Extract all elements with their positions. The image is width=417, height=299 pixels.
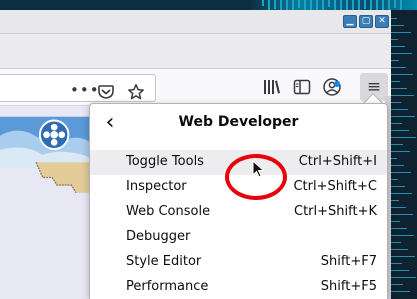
desktop-signal-bar: [328, 0, 330, 7]
account-icon[interactable]: [322, 77, 342, 97]
desktop-signal-bar: [298, 0, 300, 8]
minimize-button[interactable]: ▁: [343, 15, 357, 28]
menu-item-shortcut: Ctrl+Shift+I: [298, 154, 377, 169]
menu-item-label: Toggle Tools: [126, 154, 204, 169]
terminal-line: [391, 158, 397, 159]
web-developer-menu-panel: ‹ Web Developer Toggle Tools Ctrl+Shift+…: [89, 103, 388, 299]
terminal-line: [391, 186, 405, 187]
terminal-line: [391, 193, 412, 194]
account-icon-svg: [323, 78, 341, 96]
library-icon[interactable]: [262, 77, 282, 97]
mouse-cursor-icon: [252, 160, 265, 178]
menu-panel-title: Web Developer: [178, 114, 299, 130]
menu-item-label: Style Editor: [126, 254, 202, 269]
url-bar[interactable]: •••: [0, 74, 156, 102]
terminal-line: [391, 32, 411, 33]
terminal-line: [391, 67, 406, 68]
terminal-line: [391, 25, 404, 26]
navigation-toolbar: ••• ≡: [0, 69, 391, 106]
terminal-line: [391, 200, 399, 201]
terminal-line: [391, 123, 402, 124]
menu-item-label: Web Console: [126, 204, 211, 219]
close-button[interactable]: ✕: [375, 15, 389, 28]
sidebar-icon-svg: [293, 79, 311, 95]
terminal-line: [391, 60, 399, 61]
terminal-line: [391, 95, 414, 96]
terminal-line: [391, 88, 407, 89]
terminal-line: [391, 270, 409, 271]
terminal-line: [391, 179, 398, 180]
desktop-signal-bar: [274, 0, 276, 9]
terminal-line: [391, 81, 400, 82]
terminal-line: [391, 207, 406, 208]
terminal-line: [391, 263, 402, 264]
terminal-line: [391, 277, 416, 278]
library-icon-svg: [264, 80, 280, 94]
menu-item-web-console[interactable]: Web Console Ctrl+Shift+K: [90, 200, 387, 225]
terminal-line: [391, 249, 408, 250]
terminal-line: [391, 214, 413, 215]
terminal-line: [391, 18, 397, 19]
terminal-line: [391, 165, 404, 166]
terminal-line: [391, 109, 408, 110]
menu-item-shortcut: Shift+F5: [320, 279, 377, 294]
page-banner-graphic: [0, 116, 95, 296]
terminal-line: [391, 53, 412, 54]
pocket-icon-svg: [98, 85, 114, 99]
desktop-signal-bar: [346, 0, 348, 10]
terminal-line: [391, 291, 410, 292]
tab-strip[interactable]: [0, 34, 391, 69]
terminal-line: [391, 130, 409, 131]
terminal-line: [391, 242, 401, 243]
menu-item-label: Inspector: [126, 179, 187, 194]
menu-item-performance[interactable]: Performance Shift+F5: [90, 275, 387, 299]
terminal-line: [391, 235, 414, 236]
page-actions-icon[interactable]: •••: [70, 80, 99, 100]
title-bar[interactable]: ▁ ▢ ✕: [0, 10, 391, 34]
terminal-line: [391, 151, 410, 152]
menu-item-label: Debugger: [126, 229, 191, 244]
terminal-line: [391, 221, 400, 222]
terminal-line: [391, 256, 415, 257]
terminal-line: [391, 144, 403, 145]
terminal-line: [391, 172, 411, 173]
bookmark-star-icon[interactable]: [126, 83, 146, 103]
sidebar-icon[interactable]: [292, 77, 312, 97]
desktop-signal-bar: [364, 0, 366, 9]
desktop-signal-bar: [394, 0, 396, 8]
menu-item-shortcut: Ctrl+Shift+C: [293, 179, 377, 194]
menu-item-style-editor[interactable]: Style Editor Shift+F7: [90, 250, 387, 275]
account-badge-dot: [334, 81, 340, 87]
terminal-line: [391, 284, 403, 285]
desktop-signal-bar: [262, 0, 264, 6]
terminal-line: [391, 46, 405, 47]
terminal-line: [391, 102, 401, 103]
menu-item-debugger[interactable]: Debugger: [90, 225, 387, 250]
maximize-button[interactable]: ▢: [359, 15, 373, 28]
pocket-icon[interactable]: [96, 83, 116, 103]
terminal-line: [391, 39, 398, 40]
terminal-line: [391, 228, 407, 229]
terminal-line: [391, 116, 415, 117]
background-terminal-window: [391, 10, 417, 299]
terminal-line: [391, 137, 416, 138]
menu-panel-header: ‹ Web Developer: [90, 104, 387, 143]
terminal-line: [391, 74, 413, 75]
star-icon-svg: [128, 84, 144, 100]
menu-item-shortcut: Ctrl+Shift+K: [294, 204, 377, 219]
menu-item-label: Performance: [126, 279, 209, 294]
menu-item-shortcut: Shift+F7: [320, 254, 377, 269]
